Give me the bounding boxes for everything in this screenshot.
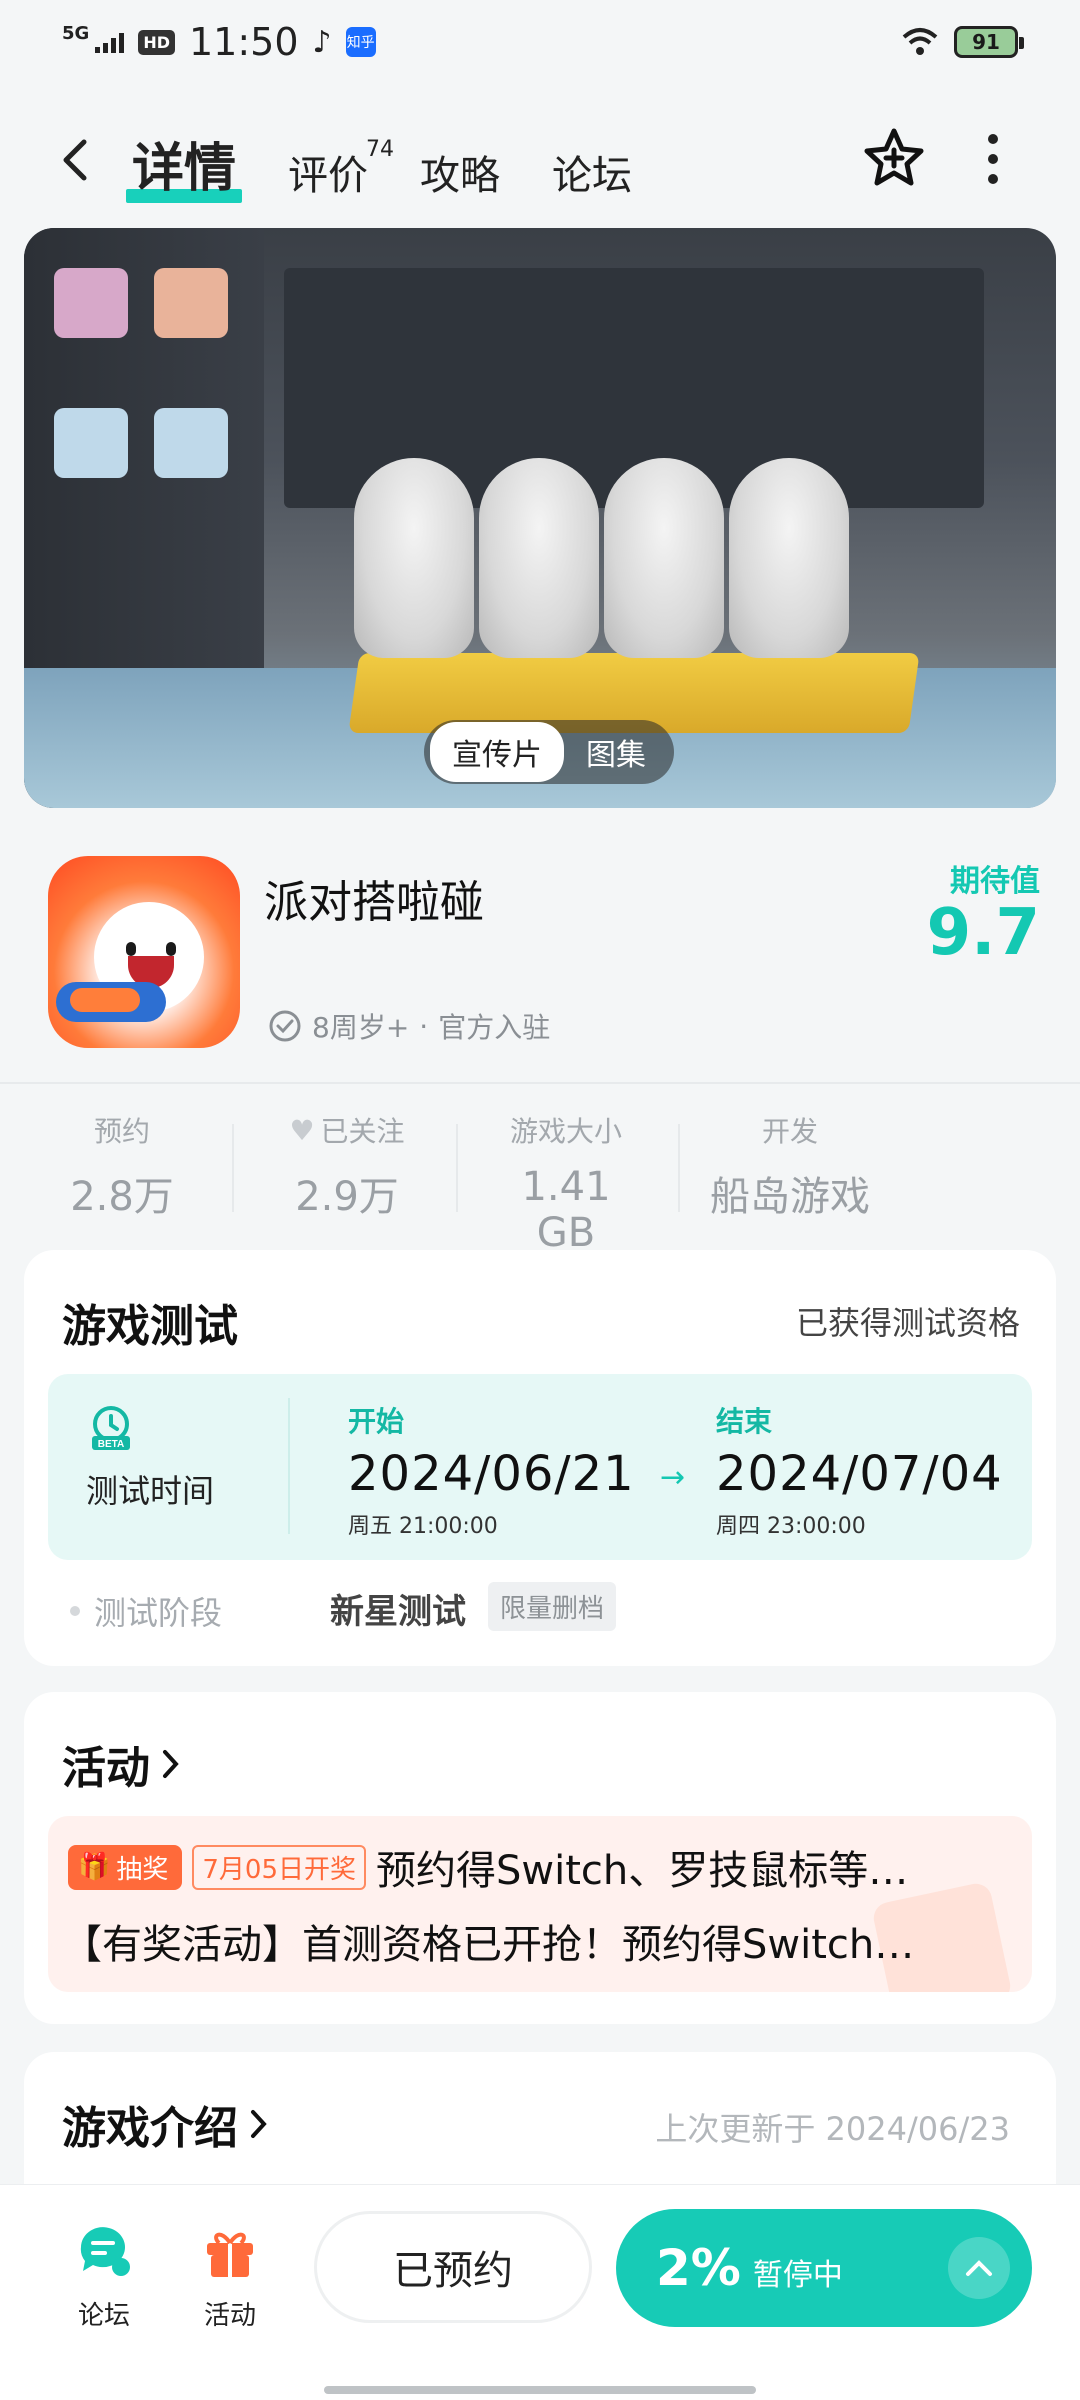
expectation-score: 期待值 9.7 bbox=[927, 856, 1040, 967]
top-navigation: 详情 评价 74 攻略 论坛 bbox=[0, 110, 1080, 210]
tab-bar: 详情 评价 74 攻略 论坛 bbox=[125, 126, 632, 209]
media-segment-control: 宣传片 图集 bbox=[424, 720, 674, 784]
segment-trailer[interactable]: 宣传片 bbox=[430, 722, 564, 782]
toy-figure bbox=[354, 458, 474, 658]
review-count-badge: 74 bbox=[366, 137, 395, 162]
forum-chat-icon bbox=[80, 2227, 130, 2276]
range-arrow-icon: → bbox=[660, 1460, 686, 1495]
download-state: 暂停中 bbox=[752, 2258, 843, 2293]
paint-jar bbox=[154, 268, 228, 338]
zhihu-icon: 知乎 bbox=[345, 27, 376, 57]
more-vertical-icon[interactable] bbox=[985, 134, 1001, 184]
gift-icon: 🎁 bbox=[78, 1852, 111, 1882]
expect-label: 期待值 bbox=[950, 864, 1040, 899]
tab-guides[interactable]: 攻略 bbox=[420, 143, 500, 209]
test-title: 游戏测试 bbox=[62, 1301, 238, 1352]
stats-row: 预约 2.8万 ♥ 已关注 2.9万 游戏大小 1.41 GB 开发 船岛游戏 bbox=[0, 1100, 1080, 1257]
test-stage-tag: 限量删档 bbox=[488, 1582, 617, 1631]
test-stage-label: 测试阶段 bbox=[70, 1588, 222, 1634]
activity-card: 活动 🎁 抽奖 7月05日开奖 预约得Switch、罗技鼠标等… 【有奖活动】首… bbox=[24, 1692, 1056, 2024]
tab-reviews[interactable]: 评价 74 bbox=[288, 137, 394, 209]
activity-item[interactable]: 🎁 抽奖 7月05日开奖 预约得Switch、罗技鼠标等… 【有奖活动】首测资格… bbox=[48, 1816, 1032, 1992]
stat-game-size: 游戏大小 1.41 GB bbox=[509, 1115, 622, 1256]
toy-figure bbox=[479, 458, 599, 658]
test-stage-name: 新星测试 bbox=[330, 1592, 466, 1632]
game-test-card: 游戏测试 已获得测试资格 BETA 测试时间 开始 2024/06/21 周五 … bbox=[24, 1250, 1056, 1666]
hd-badge: HD bbox=[138, 29, 175, 55]
age-rating: 8周岁+ bbox=[312, 1011, 410, 1044]
paint-jar bbox=[54, 408, 128, 478]
back-icon[interactable] bbox=[56, 138, 96, 182]
game-meta: 8周岁+ · 官方入驻 bbox=[268, 1006, 550, 1046]
bottom-forum-button[interactable]: 论坛 bbox=[54, 2221, 154, 2332]
game-icon bbox=[48, 856, 240, 1048]
verified-check-icon bbox=[269, 1010, 301, 1042]
stat-reservations: 预约 2.8万 bbox=[70, 1115, 174, 1220]
reserved-button[interactable]: 已预约 bbox=[314, 2211, 592, 2323]
network-type: 5G bbox=[62, 23, 90, 44]
game-title: 派对搭啦碰 bbox=[264, 877, 484, 928]
tab-details[interactable]: 详情 bbox=[125, 126, 243, 209]
test-time-box: BETA 测试时间 开始 2024/06/21 周五 21:00:00 → 结束… bbox=[48, 1374, 1032, 1560]
chevron-right-icon bbox=[163, 1750, 179, 1778]
chevron-up-icon bbox=[966, 2260, 992, 2276]
download-progress-button[interactable]: 2% 暂停中 bbox=[616, 2209, 1032, 2327]
favorite-star-icon[interactable] bbox=[862, 126, 926, 190]
intro-title[interactable]: 游戏介绍 bbox=[62, 2092, 270, 2156]
stat-developer[interactable]: 开发 船岛游戏 bbox=[700, 1110, 880, 1222]
stat-followers: ♥ 已关注 2.9万 bbox=[289, 1113, 405, 1221]
wifi-icon bbox=[902, 28, 938, 55]
activity-description: 【有奖活动】首测资格已开抢！预约得Switch… bbox=[62, 1922, 915, 1968]
toy-figure bbox=[729, 458, 849, 658]
test-end: 结束 2024/07/04 周四 23:00:00 bbox=[716, 1405, 1003, 1539]
download-percent: 2% bbox=[656, 2239, 741, 2297]
expect-value: 9.7 bbox=[926, 896, 1040, 970]
test-start: 开始 2024/06/21 周五 21:00:00 bbox=[348, 1405, 635, 1539]
beta-clock-icon: BETA bbox=[92, 1406, 130, 1450]
segment-gallery[interactable]: 图集 bbox=[564, 722, 668, 782]
gift-box-icon bbox=[207, 2232, 253, 2277]
toy-figure bbox=[604, 458, 724, 658]
tiktok-icon: ♪ bbox=[312, 24, 332, 60]
clock: 11:50 bbox=[188, 20, 299, 64]
lottery-tag: 🎁 抽奖 bbox=[68, 1844, 183, 1890]
media-banner[interactable]: 宣传片 图集 bbox=[24, 228, 1056, 808]
expand-up-button[interactable] bbox=[948, 2237, 1010, 2299]
beta-label: BETA bbox=[98, 1439, 124, 1450]
battery-indicator: 91 bbox=[954, 26, 1024, 58]
activity-title[interactable]: 活动 bbox=[62, 1732, 182, 1796]
draw-date-tag: 7月05日开奖 bbox=[192, 1844, 367, 1890]
test-time-label: 测试时间 bbox=[86, 1472, 215, 1510]
heart-icon: ♥ bbox=[289, 1113, 315, 1147]
status-bar: 5G HD 11:50 ♪ 知乎 91 bbox=[0, 0, 1080, 84]
official-label: 官方入驻 bbox=[438, 1011, 551, 1044]
intro-updated-date: 上次更新于 2024/06/23 bbox=[655, 2110, 1010, 2148]
home-indicator[interactable] bbox=[324, 2386, 756, 2394]
tab-forum[interactable]: 论坛 bbox=[552, 143, 632, 209]
meta-separator: · bbox=[419, 1009, 429, 1043]
signal-icon bbox=[95, 31, 125, 53]
chevron-right-icon bbox=[251, 2110, 267, 2138]
activity-headline: 预约得Switch、罗技鼠标等… bbox=[376, 1848, 909, 1894]
divider bbox=[0, 1082, 1080, 1084]
test-status[interactable]: 已获得测试资格 bbox=[796, 1298, 1020, 1344]
bottom-activity-button[interactable]: 活动 bbox=[180, 2221, 280, 2332]
paint-jar bbox=[54, 268, 128, 338]
bottom-action-bar: 论坛 活动 已预约 2% 暂停中 bbox=[0, 2184, 1080, 2400]
paint-jar bbox=[154, 408, 228, 478]
